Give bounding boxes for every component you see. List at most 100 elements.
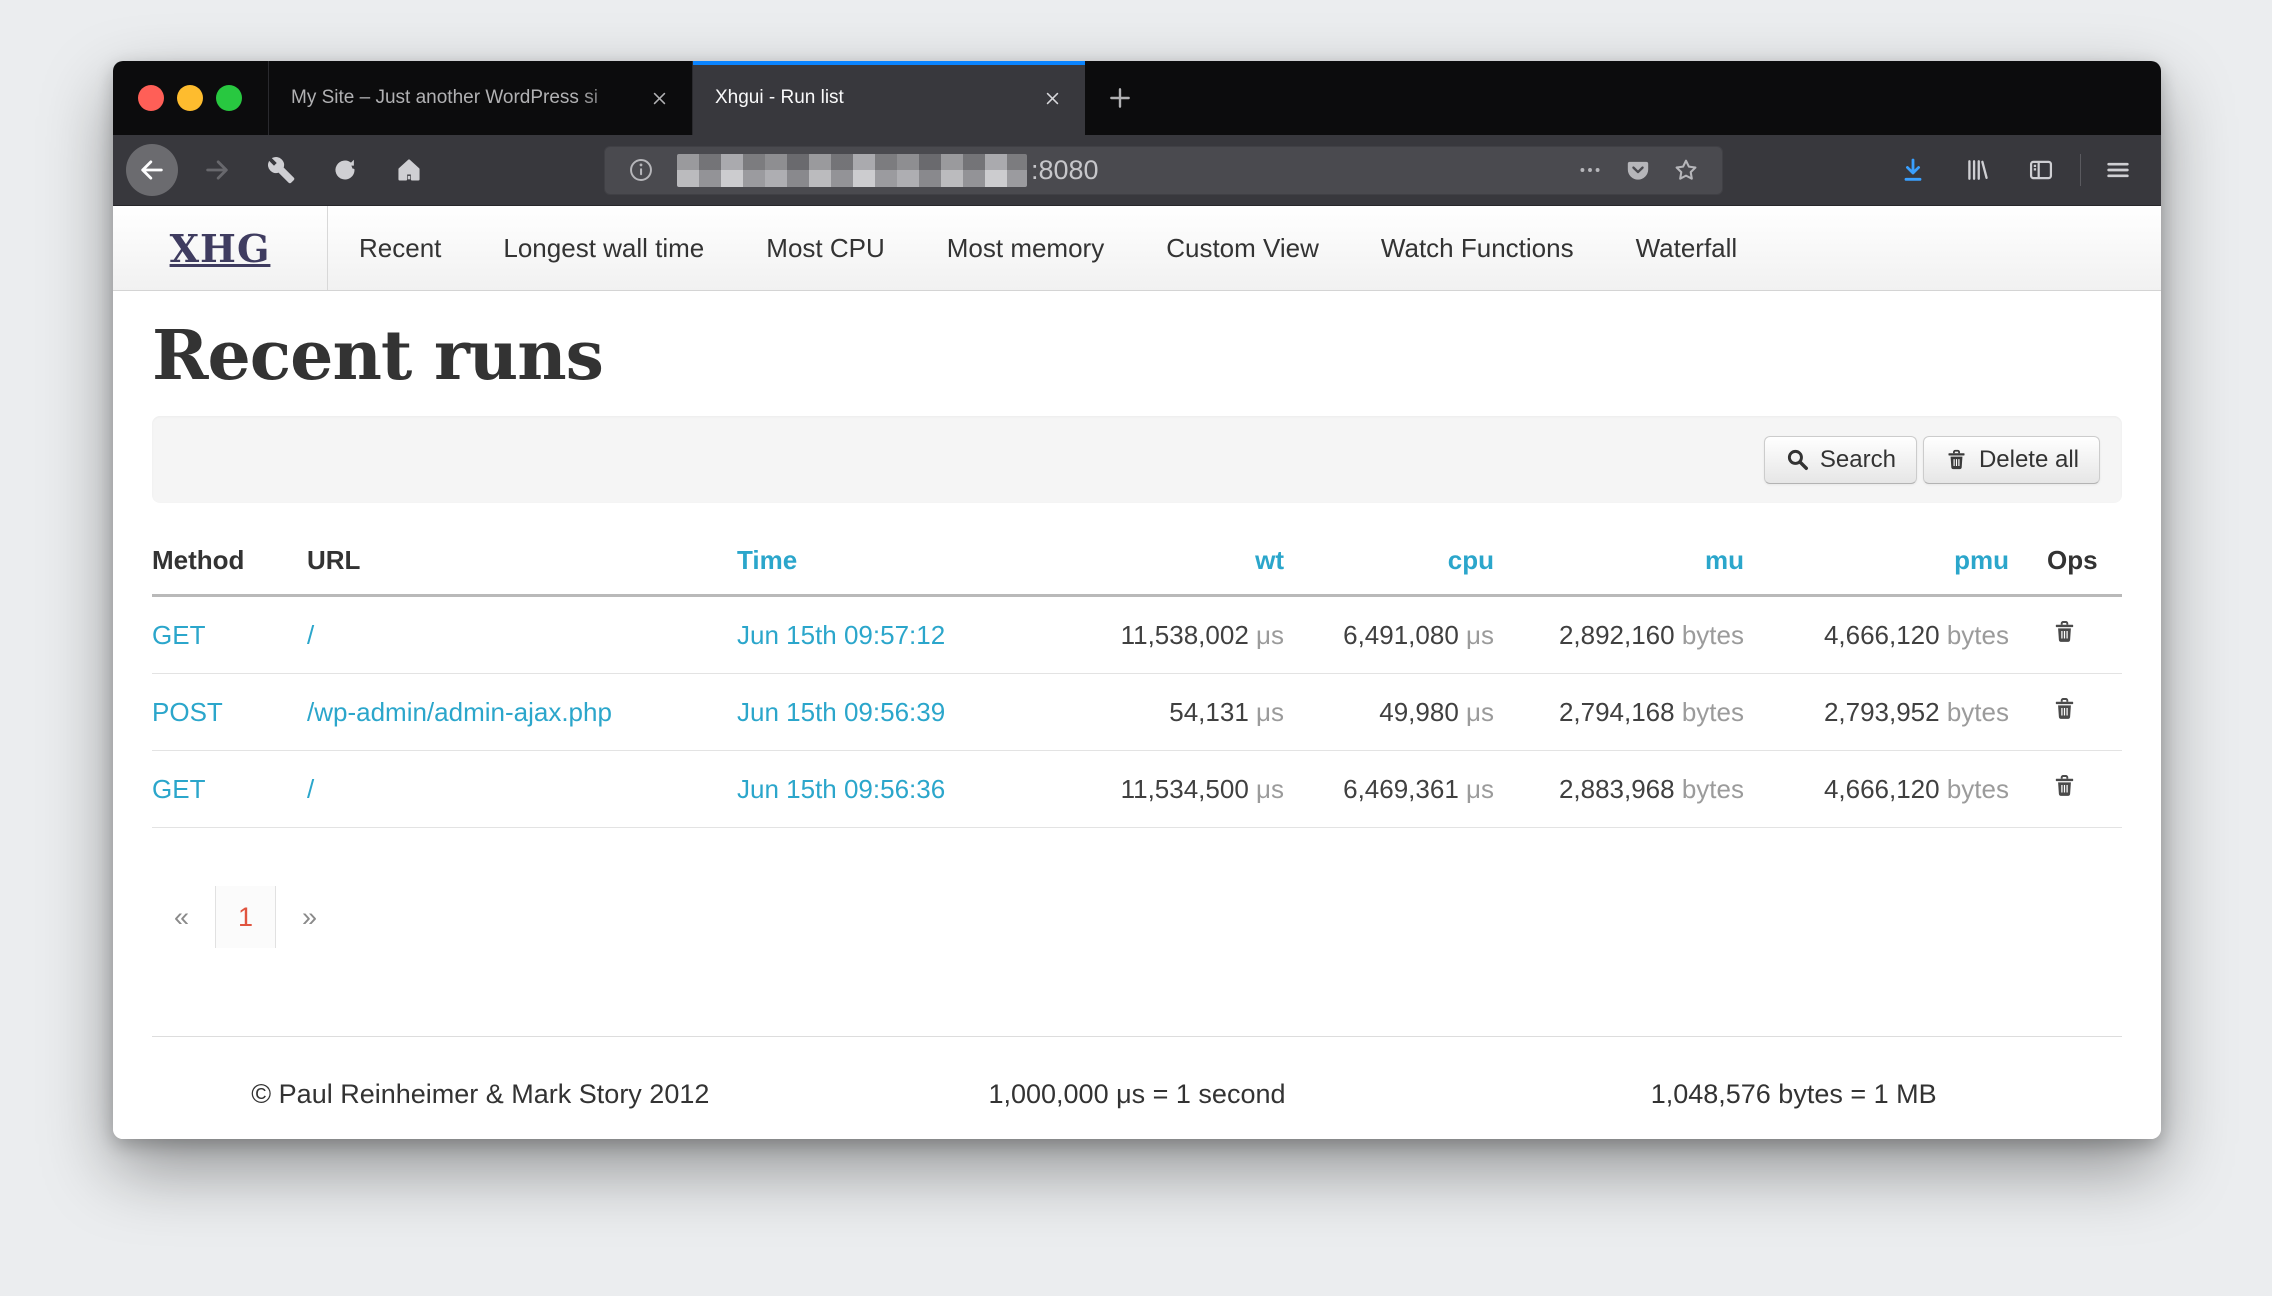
run-pmu-value: 4,666,120 bytes — [1782, 596, 2047, 674]
hamburger-icon — [2104, 156, 2132, 184]
run-wt-value: 54,131 μs — [1067, 674, 1322, 751]
forward-arrow-icon — [203, 156, 231, 184]
new-tab-button[interactable] — [1085, 61, 1155, 135]
pagination: « 1 » — [152, 886, 2122, 948]
trash-icon — [2051, 695, 2078, 722]
window-controls — [113, 61, 268, 135]
xhgui-navbar: XHG Recent Longest wall time Most CPU Mo… — [113, 206, 2161, 291]
run-method-link[interactable]: GET — [152, 774, 205, 804]
library-icon — [1963, 156, 1991, 184]
unit-label: μs — [1466, 774, 1494, 804]
copyright-text: © Paul Reinheimer & Mark Story 2012 — [251, 1079, 709, 1110]
page-actions-icon[interactable] — [1570, 150, 1610, 190]
nav-item-most-cpu[interactable]: Most CPU — [735, 206, 915, 290]
sort-by-cpu-link[interactable]: cpu — [1448, 545, 1494, 575]
run-url-link[interactable]: /wp-admin/admin-ajax.php — [307, 697, 612, 727]
forward-button[interactable] — [192, 145, 242, 195]
run-url-link[interactable]: / — [307, 774, 314, 804]
run-row: GET / Jun 15th 09:57:12 11,538,002 μs 6,… — [152, 596, 2122, 674]
plus-icon — [1107, 85, 1133, 111]
unit-label: bytes — [1947, 774, 2009, 804]
delete-run-button[interactable] — [2047, 772, 2078, 799]
nav-item-watch-functions[interactable]: Watch Functions — [1350, 206, 1605, 290]
unit-label: bytes — [1947, 697, 2009, 727]
pagination-current-page[interactable]: 1 — [215, 886, 276, 948]
wrench-icon — [267, 156, 295, 184]
nav-item-waterfall[interactable]: Waterfall — [1605, 206, 1769, 290]
run-cpu-value: 6,469,361 μs — [1322, 751, 1532, 828]
run-time-link[interactable]: Jun 15th 09:57:12 — [737, 620, 945, 650]
run-method-link[interactable]: GET — [152, 620, 205, 650]
column-header-url: URL — [307, 529, 737, 596]
tab-wordpress-site[interactable]: My Site – Just another WordPress si — [268, 61, 693, 135]
run-row: POST /wp-admin/admin-ajax.php Jun 15th 0… — [152, 674, 2122, 751]
run-pmu-value: 2,793,952 bytes — [1782, 674, 2047, 751]
unit-label: μs — [1466, 697, 1494, 727]
nav-item-custom-view[interactable]: Custom View — [1135, 206, 1350, 290]
column-header-time: Time — [737, 529, 1067, 596]
unit-label: bytes — [1682, 697, 1744, 727]
delete-run-button[interactable] — [2047, 695, 2078, 722]
back-button[interactable] — [126, 144, 178, 196]
sort-by-wt-link[interactable]: wt — [1255, 545, 1284, 575]
bytes-note: 1,048,576 bytes = 1 MB — [1651, 1079, 1937, 1110]
nav-item-most-memory[interactable]: Most memory — [916, 206, 1135, 290]
toolbar-separator — [2080, 154, 2081, 186]
url-bar[interactable]: :8080 — [604, 146, 1723, 195]
column-header-method: Method — [152, 529, 307, 596]
trash-icon — [2051, 772, 2078, 799]
back-arrow-icon — [138, 156, 166, 184]
minimize-window-button[interactable] — [177, 85, 203, 111]
zoom-window-button[interactable] — [216, 85, 242, 111]
site-info-icon[interactable] — [621, 150, 661, 190]
run-wt-value: 11,534,500 μs — [1067, 751, 1322, 828]
pagination-next-button[interactable]: » — [302, 902, 317, 933]
run-time-link[interactable]: Jun 15th 09:56:36 — [737, 774, 945, 804]
unit-label: μs — [1256, 620, 1284, 650]
search-button[interactable]: Search — [1764, 436, 1917, 484]
delete-run-button[interactable] — [2047, 618, 2078, 645]
run-method-link[interactable]: POST — [152, 697, 223, 727]
tab-bar: My Site – Just another WordPress si Xhgu… — [113, 61, 2161, 135]
reload-icon — [331, 156, 359, 184]
run-time-link[interactable]: Jun 15th 09:56:39 — [737, 697, 945, 727]
library-button[interactable] — [1952, 145, 2002, 195]
column-header-mu: mu — [1532, 529, 1782, 596]
page-footer: © Paul Reinheimer & Mark Story 2012 1,00… — [152, 1036, 2122, 1110]
url-port-text: :8080 — [1031, 155, 1099, 186]
sidebars-button[interactable] — [2016, 145, 2066, 195]
downloads-button[interactable] — [1888, 145, 1938, 195]
developer-tools-button[interactable] — [256, 145, 306, 195]
column-header-wt: wt — [1067, 529, 1322, 596]
run-cpu-value: 49,980 μs — [1322, 674, 1532, 751]
tab-xhgui-run-list[interactable]: Xhgui - Run list — [693, 61, 1085, 135]
run-pmu-value: 4,666,120 bytes — [1782, 751, 2047, 828]
sort-by-time-link[interactable]: Time — [737, 545, 797, 575]
nav-item-longest-wall-time[interactable]: Longest wall time — [472, 206, 735, 290]
close-window-button[interactable] — [138, 85, 164, 111]
nav-item-recent[interactable]: Recent — [328, 206, 472, 290]
sort-by-mu-link[interactable]: mu — [1705, 545, 1744, 575]
column-header-pmu: pmu — [1782, 529, 2047, 596]
unit-label: bytes — [1947, 620, 2009, 650]
run-url-link[interactable]: / — [307, 620, 314, 650]
delete-all-button[interactable]: Delete all — [1923, 436, 2100, 484]
pocket-icon[interactable] — [1618, 150, 1658, 190]
pagination-prev-button[interactable]: « — [174, 902, 189, 933]
home-button[interactable] — [384, 145, 434, 195]
trash-icon — [2051, 618, 2078, 645]
sort-by-pmu-link[interactable]: pmu — [1954, 545, 2009, 575]
close-tab-icon[interactable] — [1035, 81, 1069, 115]
bookmark-star-icon[interactable] — [1666, 150, 1706, 190]
brand-logo[interactable]: XHG — [113, 206, 328, 290]
close-tab-icon[interactable] — [642, 81, 676, 115]
menu-button[interactable] — [2093, 145, 2143, 195]
unit-label: μs — [1256, 697, 1284, 727]
unit-label: bytes — [1682, 774, 1744, 804]
sidebar-icon — [2027, 156, 2055, 184]
reload-button[interactable] — [320, 145, 370, 195]
run-mu-value: 2,892,160 bytes — [1532, 596, 1782, 674]
page-title: Recent runs — [152, 321, 2122, 392]
unit-label: μs — [1256, 774, 1284, 804]
unit-label: μs — [1466, 620, 1494, 650]
